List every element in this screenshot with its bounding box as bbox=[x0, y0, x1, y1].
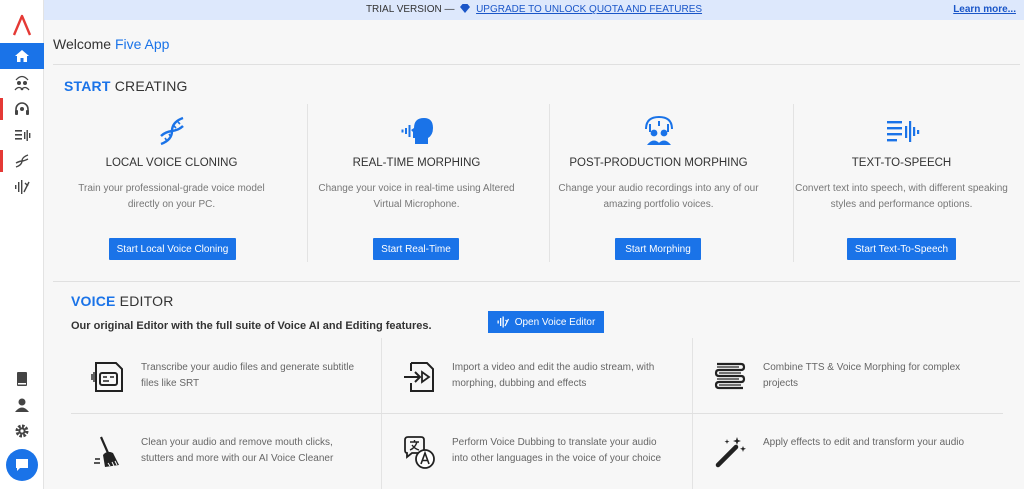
diamond-icon bbox=[460, 4, 471, 13]
sidebar-marker bbox=[0, 150, 3, 172]
chat-button[interactable] bbox=[6, 449, 38, 481]
sidebar-item-account[interactable] bbox=[0, 392, 44, 418]
feature-text: Combine TTS & Voice Morphing for complex… bbox=[763, 362, 961, 389]
title-rest: CREATING bbox=[114, 78, 188, 94]
sidebar-item-home[interactable] bbox=[0, 43, 44, 69]
broom-icon bbox=[94, 436, 119, 467]
card-description: Change your audio recordings into any of… bbox=[558, 183, 759, 210]
feature-voice-cleaner: Clean your audio and remove mouth clicks… bbox=[71, 435, 371, 489]
feature-text: Perform Voice Dubbing to translate your … bbox=[452, 437, 662, 464]
voice-editor-subtitle: Our original Editor with the full suite … bbox=[71, 320, 432, 332]
people-waves-icon bbox=[14, 75, 30, 91]
sidebar-item-real-time[interactable] bbox=[0, 96, 44, 122]
voice-editor-title: VOICE EDITOR bbox=[71, 293, 174, 309]
card-text-to-speech: TEXT-TO-SPEECH Convert text into speech,… bbox=[780, 108, 1023, 260]
editor-wave-icon bbox=[15, 180, 30, 194]
feature-transcribe: Transcribe your audio files and generate… bbox=[71, 360, 371, 420]
text-wave-icon bbox=[886, 121, 919, 142]
home-icon bbox=[15, 50, 29, 62]
chat-bubble-icon bbox=[16, 459, 28, 471]
sidebar-item-text-to-speech[interactable] bbox=[0, 122, 44, 148]
card-description: Change your voice in real-time using Alt… bbox=[318, 183, 515, 210]
book-icon bbox=[17, 372, 27, 386]
start-text-to-speech-button[interactable]: Start Text-To-Speech bbox=[847, 238, 956, 260]
gear-icon bbox=[15, 424, 29, 438]
text-wave-icon bbox=[15, 130, 31, 141]
sidebar-item-dna[interactable] bbox=[0, 148, 44, 174]
start-real-time-button[interactable]: Start Real-Time bbox=[373, 238, 459, 260]
card-real-time-morphing: REAL-TIME MORPHING Change your voice in … bbox=[295, 108, 538, 260]
title-accent: START bbox=[64, 78, 111, 94]
open-voice-editor-label: Open Voice Editor bbox=[514, 316, 596, 328]
card-post-production-morphing: POST-PRODUCTION MORPHING Change your aud… bbox=[537, 108, 780, 260]
title-rest: EDITOR bbox=[119, 293, 174, 309]
start-morphing-button[interactable]: Start Morphing bbox=[615, 238, 701, 260]
welcome-label: Welcome bbox=[53, 36, 112, 52]
dna-icon bbox=[15, 154, 29, 168]
dna-icon bbox=[159, 116, 184, 146]
speaking-head-icon bbox=[401, 118, 433, 144]
sidebar-item-voice-editor[interactable] bbox=[0, 174, 44, 200]
headset-icon bbox=[15, 102, 29, 115]
import-video-icon bbox=[404, 362, 434, 392]
feature-text: Transcribe your audio files and generate… bbox=[141, 362, 355, 389]
feature-import-video: Import a video and edit the audio stream… bbox=[382, 360, 682, 420]
sidebar-marker bbox=[0, 98, 3, 120]
sidebar-item-voice-cloning[interactable] bbox=[0, 70, 44, 96]
subtitle-icon bbox=[91, 362, 123, 392]
trial-banner: TRIAL VERSION — UPGRADE TO UNLOCK QUOTA … bbox=[44, 0, 1024, 20]
feature-text: Apply effects to edit and transform your… bbox=[763, 437, 965, 448]
people-waves-icon bbox=[644, 115, 673, 145]
feature-text: Import a video and edit the audio stream… bbox=[452, 362, 655, 389]
feature-voice-dubbing: Perform Voice Dubbing to translate your … bbox=[382, 435, 682, 489]
start-creating-title: START CREATING bbox=[64, 78, 188, 94]
trial-label: TRIAL VERSION — bbox=[365, 4, 455, 15]
start-local-voice-cloning-button[interactable]: Start Local Voice Cloning bbox=[109, 238, 236, 260]
welcome-heading: Welcome Five App bbox=[53, 36, 169, 52]
learn-more-link[interactable]: Learn more... bbox=[953, 4, 1016, 15]
title-accent: VOICE bbox=[71, 293, 116, 309]
editor-wave-icon bbox=[497, 316, 509, 328]
card-title: REAL-TIME MORPHING bbox=[352, 157, 481, 169]
card-title: TEXT-TO-SPEECH bbox=[851, 157, 952, 169]
translate-icon bbox=[404, 436, 435, 469]
magic-wand-icon bbox=[715, 437, 746, 468]
open-voice-editor-button[interactable]: Open Voice Editor bbox=[488, 311, 604, 333]
sidebar bbox=[0, 0, 44, 489]
sidebar-item-docs[interactable] bbox=[0, 366, 44, 392]
app-logo[interactable] bbox=[12, 14, 32, 36]
card-title: POST-PRODUCTION MORPHING bbox=[569, 157, 748, 169]
feature-combine: Combine TTS & Voice Morphing for complex… bbox=[693, 360, 993, 420]
upgrade-link[interactable]: UPGRADE TO UNLOCK QUOTA AND FEATURES bbox=[476, 4, 702, 15]
user-icon bbox=[15, 398, 29, 412]
sidebar-item-settings[interactable] bbox=[0, 418, 44, 444]
feature-text: Clean your audio and remove mouth clicks… bbox=[141, 437, 334, 464]
feature-effects: Apply effects to edit and transform your… bbox=[693, 435, 993, 489]
card-local-voice-cloning: LOCAL VOICE CLONING Train your professio… bbox=[50, 108, 293, 260]
card-description: Convert text into speech, with different… bbox=[795, 183, 1008, 210]
app-name: Five App bbox=[114, 36, 170, 52]
card-title: LOCAL VOICE CLONING bbox=[105, 157, 238, 169]
divider bbox=[53, 281, 1020, 282]
layers-icon bbox=[714, 362, 746, 390]
divider bbox=[53, 64, 1020, 65]
card-description: Train your professional-grade voice mode… bbox=[78, 183, 265, 210]
